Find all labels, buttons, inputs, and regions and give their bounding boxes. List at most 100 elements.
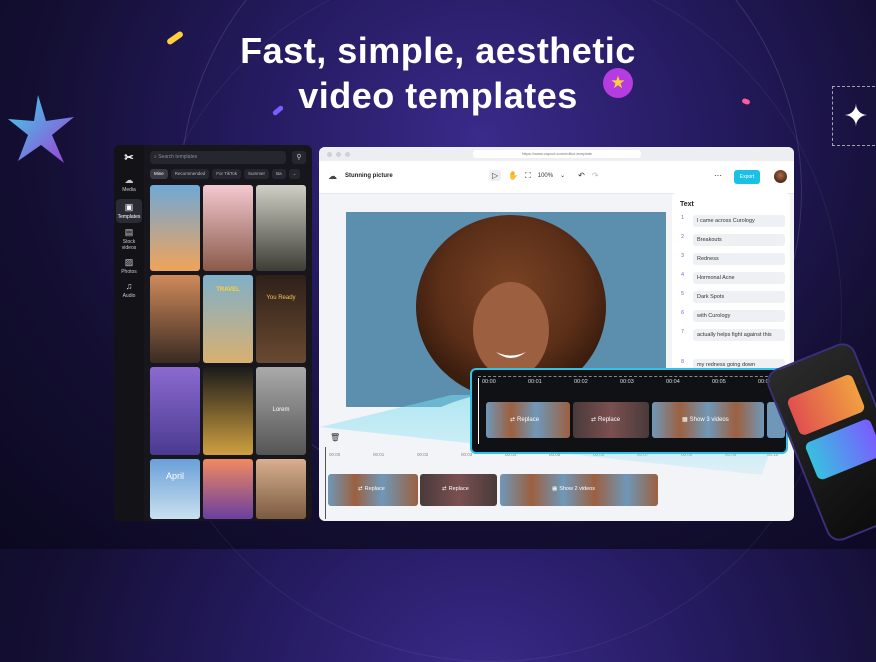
- chevron-down-icon[interactable]: ⌄: [288, 169, 301, 179]
- template-tile[interactable]: [203, 185, 253, 271]
- template-tile[interactable]: [203, 459, 253, 519]
- tile-caption: TRAVEL: [216, 287, 240, 293]
- editor-toolbar: ☁ Stunning picture ▷ ✋ ⛶ 100% ⌄ ↶ ↷ ⋯ Ex…: [319, 161, 794, 194]
- chip-mine[interactable]: Mine: [150, 169, 168, 179]
- zoomed-playhead[interactable]: [478, 378, 479, 444]
- timeline-clip[interactable]: ⇄ Replace: [328, 474, 418, 506]
- text-item-value[interactable]: actually helps fight against this: [693, 329, 785, 341]
- redo-icon[interactable]: ↷: [592, 171, 599, 180]
- chip-for-tiktok[interactable]: For TikTok: [212, 169, 242, 179]
- text-item-value[interactable]: with Curology: [693, 310, 785, 322]
- clip-replace-label: ⇄ Replace: [510, 416, 540, 424]
- project-name[interactable]: Stunning picture: [345, 173, 393, 179]
- clip-replace-label: ⇄ Replace: [358, 486, 385, 492]
- template-tile[interactable]: [150, 367, 200, 455]
- chip-summer[interactable]: Summer: [244, 169, 270, 179]
- zoomed-clip[interactable]: ▦ Show 3 videos: [652, 402, 764, 438]
- fit-icon[interactable]: ⛶: [525, 171, 531, 181]
- template-tile[interactable]: [150, 275, 200, 363]
- hero-heading: Fast, simple, aesthetic video templates: [0, 28, 876, 118]
- template-tile[interactable]: You Ready: [256, 275, 306, 363]
- ruler-tick: 00:01: [528, 379, 542, 385]
- template-tile[interactable]: [203, 367, 253, 455]
- zoom-level[interactable]: 100%: [538, 173, 553, 179]
- filter-button[interactable]: ⚲: [292, 151, 306, 164]
- templates-icon: ▣: [124, 202, 134, 212]
- rail-item-photos[interactable]: ▨ Photos: [116, 257, 142, 275]
- ruler-tick: 00:03: [461, 452, 473, 457]
- browser-titlebar: https://www.capcut.com/editor-template: [319, 147, 794, 161]
- text-item-number: 6: [681, 310, 685, 316]
- window-dot: [345, 152, 350, 157]
- hero-line-1: Fast, simple, aesthetic: [240, 30, 636, 71]
- replace-icon: ⇄: [358, 486, 363, 492]
- avatar[interactable]: [774, 170, 787, 183]
- clip-label: Replace: [364, 486, 385, 492]
- template-tile[interactable]: [256, 185, 306, 271]
- clip-show-videos-label: ▦ Show 3 videos: [682, 416, 729, 424]
- more-icon[interactable]: ⋯: [714, 171, 722, 180]
- chevron-down-icon[interactable]: ⌄: [560, 172, 565, 179]
- clip-label: Replace: [517, 416, 540, 423]
- rail-item-audio[interactable]: ♫ Audio: [116, 281, 142, 299]
- rail-item-templates[interactable]: ▣ Templates: [116, 199, 142, 223]
- music-icon: ♫: [125, 281, 133, 291]
- replace-icon: ⇄: [510, 417, 516, 423]
- text-panel: Text 1I came across Curology 2 Breakouts …: [672, 193, 790, 383]
- zoomed-clip[interactable]: ⇄ Replace: [486, 402, 570, 438]
- ruler-tick: 00:02: [574, 379, 588, 385]
- trash-icon[interactable]: 🗑: [330, 433, 340, 442]
- zoomed-ruler: 00:00 00:01 00:02 00:03 00:04 00:05 00:0…: [478, 376, 778, 390]
- rail-item-media[interactable]: ☁ Media: [116, 175, 142, 193]
- template-sidebar: ✂ ☁ Media ▣ Templates ▤ Stock videos ▨ P…: [114, 145, 312, 521]
- pointer-icon[interactable]: ▷: [489, 170, 502, 181]
- ruler-tick: 00:04: [666, 379, 680, 385]
- rail-item-stock-videos[interactable]: ▤ Stock videos: [116, 227, 142, 251]
- replace-icon: ⇄: [442, 486, 447, 492]
- category-chips: Mine Recommended For TikTok Summer Ba ⌄: [150, 169, 301, 179]
- ruler-tick: 00:01: [373, 452, 385, 457]
- template-tile[interactable]: TRAVEL: [203, 275, 253, 363]
- undo-icon[interactable]: ↶: [578, 171, 585, 180]
- text-item-number: 7: [681, 329, 685, 335]
- hand-icon[interactable]: ✋: [508, 171, 518, 180]
- clip-replace-label: ⇄ Replace: [591, 416, 620, 424]
- timeline-clip[interactable]: ▦ Show 2 videos: [500, 474, 658, 506]
- text-item-number: 4: [681, 272, 685, 278]
- timeline-clip[interactable]: ⇄ Replace: [420, 474, 497, 506]
- tile-caption: April: [165, 471, 184, 481]
- text-item-value[interactable]: I came across Curology: [693, 215, 785, 227]
- film-icon: ▤: [124, 227, 134, 237]
- playhead[interactable]: [325, 447, 326, 519]
- ruler-tick: 00:00: [482, 379, 496, 385]
- text-item-value[interactable]: Redness: [693, 253, 785, 265]
- chip-more[interactable]: Ba: [272, 169, 286, 179]
- clip-show-videos-label: ▦ Show 2 videos: [552, 486, 595, 492]
- text-item-value[interactable]: Dark Spots: [693, 291, 785, 303]
- url-bar[interactable]: https://www.capcut.com/editor-template: [473, 150, 641, 158]
- export-button[interactable]: Export: [734, 170, 760, 184]
- left-rail: ✂ ☁ Media ▣ Templates ▤ Stock videos ▨ P…: [114, 145, 144, 521]
- cloud-icon[interactable]: ☁: [328, 171, 337, 182]
- search-input[interactable]: ⌕ Search templates: [150, 151, 286, 164]
- text-item-value[interactable]: Breakouts: [693, 234, 785, 246]
- zoomed-clip[interactable]: ⇄ Replace: [573, 402, 649, 438]
- clip-label: Replace: [448, 486, 469, 492]
- template-tile[interactable]: [256, 459, 306, 519]
- window-dot: [327, 152, 332, 157]
- cloud-upload-icon: ☁: [124, 175, 134, 185]
- rail-item-label: Stock videos: [121, 239, 137, 251]
- video-stack-icon: ▦: [552, 486, 558, 492]
- rail-item-label: Media: [122, 187, 136, 193]
- replace-icon: ⇄: [591, 417, 597, 423]
- template-tile[interactable]: [150, 185, 200, 271]
- ruler-tick: 00:05: [712, 379, 726, 385]
- text-item-value[interactable]: Hormonal Acne: [693, 272, 785, 284]
- tile-caption: You Ready: [266, 295, 296, 301]
- template-tile[interactable]: April: [150, 459, 200, 519]
- filter-icon: ⚲: [296, 154, 302, 161]
- text-panel-title: Text: [680, 201, 694, 208]
- rail-item-label: Photos: [121, 269, 137, 275]
- template-tile[interactable]: Lorem: [256, 367, 306, 455]
- chip-recommended[interactable]: Recommended: [170, 169, 210, 179]
